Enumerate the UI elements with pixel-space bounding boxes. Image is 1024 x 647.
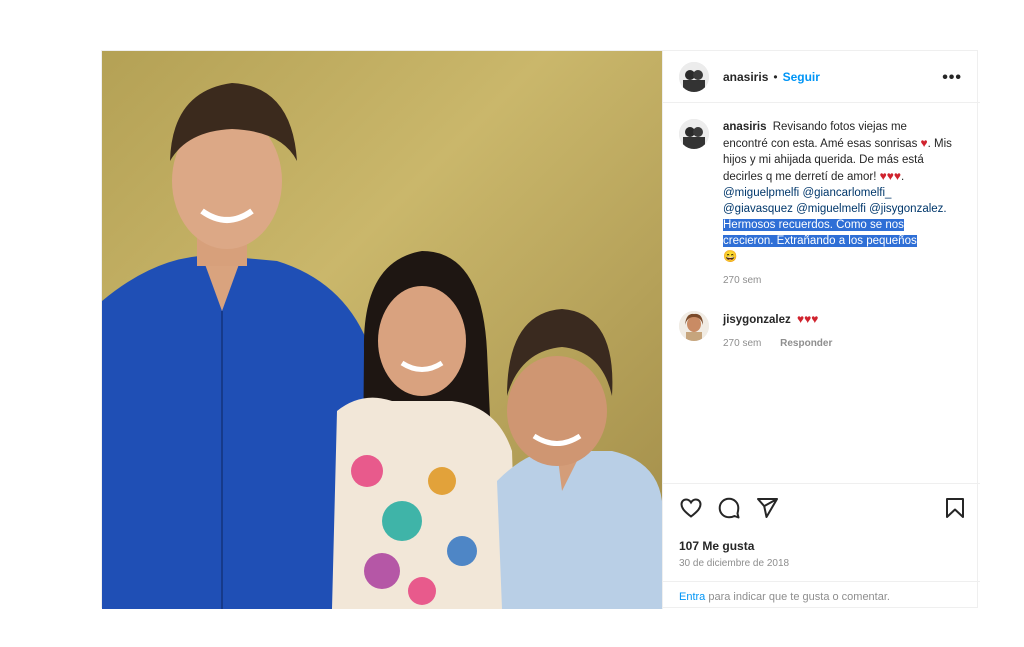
mention-link[interactable]: @miguelmelfi xyxy=(796,203,866,215)
author-avatar[interactable] xyxy=(679,61,709,92)
comments-section: anasiris Revisando fotos viejas me encon… xyxy=(663,103,980,483)
author-username[interactable]: anasiris xyxy=(723,70,768,84)
commenter-avatar[interactable] xyxy=(679,311,709,341)
separator-dot: • xyxy=(773,69,778,84)
mention-link[interactable]: @giavasquez xyxy=(723,203,793,215)
caption-avatar[interactable] xyxy=(679,119,709,149)
avatar-image xyxy=(679,61,709,92)
post-header: anasiris • Seguir ••• xyxy=(663,51,980,103)
photo-illustration xyxy=(102,51,662,609)
reply-button[interactable]: Responder xyxy=(780,338,832,349)
likes-count[interactable]: 107 Me gusta xyxy=(679,539,754,553)
mention-link[interactable]: @miguelpmelfi xyxy=(723,187,799,199)
mention-link[interactable]: @giancarlomelfi_ xyxy=(802,187,891,199)
more-options-icon[interactable]: ••• xyxy=(942,69,962,87)
post-date: 30 de diciembre de 2018 xyxy=(679,558,790,569)
caption-username[interactable]: anasiris xyxy=(723,121,766,133)
login-prompt-text: para indicar que te gusta o comentar. xyxy=(705,591,890,603)
caption-meta: 270 sem xyxy=(723,273,953,289)
commenter-username[interactable]: jisygonzalez xyxy=(723,314,791,326)
login-prompt: Entra para indicar que te gusta o coment… xyxy=(663,581,980,609)
heart-emoji: ♥ xyxy=(920,136,928,150)
login-link[interactable]: Entra xyxy=(679,591,705,603)
comment-hearts: ♥♥♥ xyxy=(796,312,819,326)
caption-text: anasiris Revisando fotos viejas me encon… xyxy=(723,119,953,265)
avatar-image xyxy=(679,119,709,149)
action-bar xyxy=(663,483,980,527)
caption-text-3: . xyxy=(900,171,905,183)
share-icon[interactable] xyxy=(755,496,779,520)
highlighted-text: Hermosos recuerdos. Como se nos creciero… xyxy=(723,219,917,247)
caption-body: anasiris Revisando fotos viejas me encon… xyxy=(723,119,953,289)
post-side-panel: anasiris • Seguir ••• anasiris Revisando… xyxy=(662,51,980,609)
instagram-post: anasiris • Seguir ••• anasiris Revisando… xyxy=(101,50,980,609)
avatar-image xyxy=(679,311,709,341)
follow-button[interactable]: Seguir xyxy=(783,70,820,84)
hearts-emoji: ♥♥♥ xyxy=(879,169,901,183)
smile-emoji: 😄 xyxy=(723,251,738,263)
mention-link[interactable]: @jisygonzalez. xyxy=(869,203,947,215)
caption-timestamp[interactable]: 270 sem xyxy=(723,275,761,286)
post-photo[interactable] xyxy=(102,51,662,609)
heart-icon[interactable] xyxy=(679,496,703,520)
comment-timestamp[interactable]: 270 sem xyxy=(723,338,761,349)
comment-icon[interactable] xyxy=(717,496,741,520)
comment-item: jisygonzalez ♥♥♥ 270 sem Responder xyxy=(679,311,964,352)
comment-meta: 270 sem Responder xyxy=(723,336,953,352)
bookmark-icon[interactable] xyxy=(943,496,967,520)
comment-body: jisygonzalez ♥♥♥ 270 sem Responder xyxy=(723,311,953,352)
caption: anasiris Revisando fotos viejas me encon… xyxy=(679,119,964,289)
